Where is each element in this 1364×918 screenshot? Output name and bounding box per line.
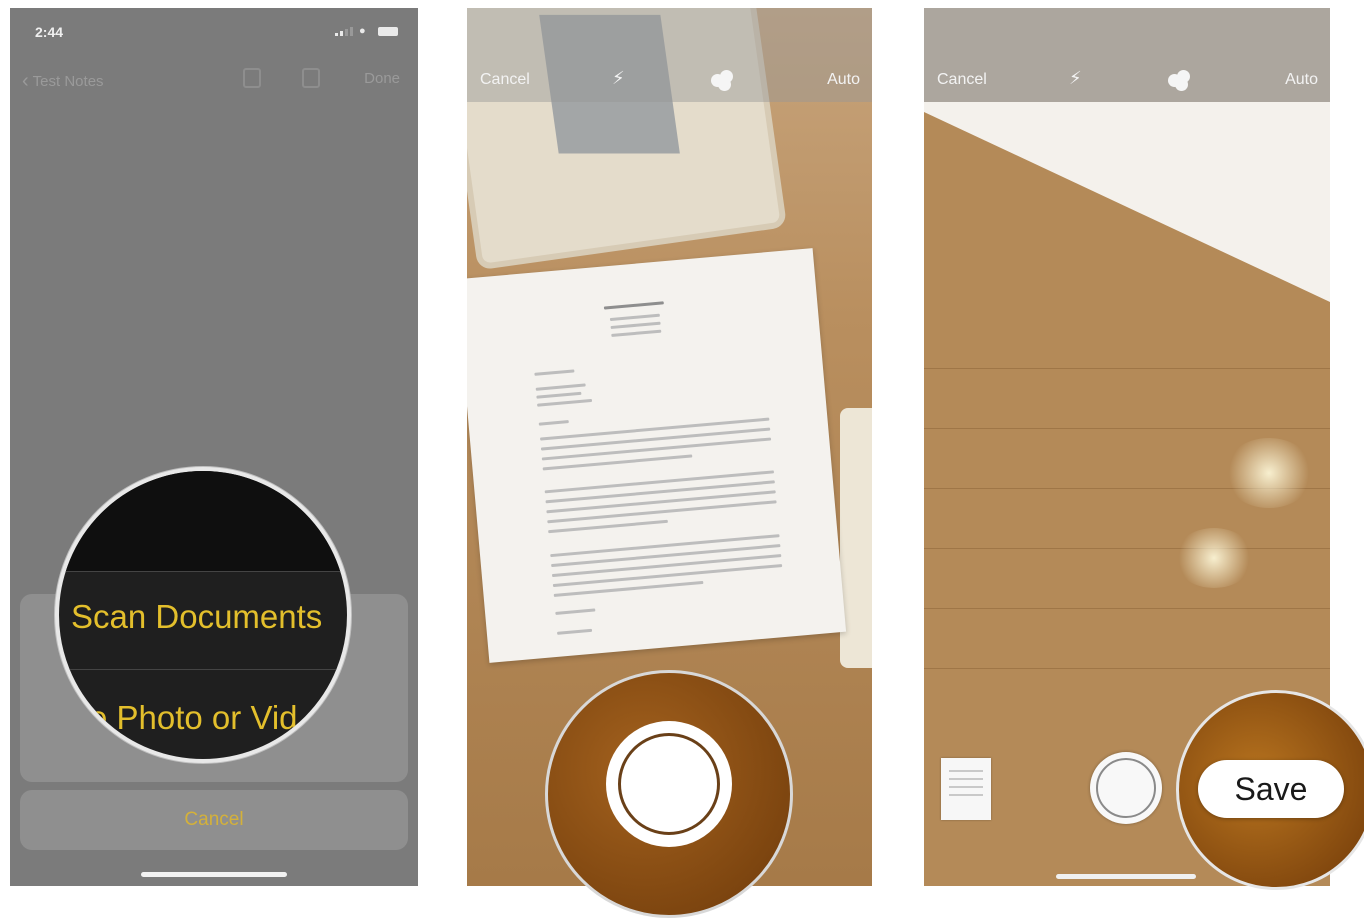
status-bar: 2:44 ● — [10, 8, 418, 56]
status-time: 2:44 — [35, 24, 64, 40]
nav-bar: ‹ Test Notes Done — [10, 68, 418, 98]
back-button[interactable]: ‹ Test Notes — [22, 70, 104, 93]
filter-icon[interactable] — [1168, 70, 1192, 91]
battery-icon — [378, 26, 398, 36]
capture-mode-auto[interactable]: Auto — [1285, 71, 1318, 89]
take-photo-option[interactable]: e Photo or Vid — [89, 699, 347, 737]
home-indicator — [1056, 874, 1196, 879]
back-label: Test Notes — [32, 73, 104, 90]
wifi-icon: ● — [359, 25, 366, 37]
done-button[interactable]: Done — [364, 70, 400, 87]
share-icon[interactable] — [302, 68, 320, 88]
status-icons: ● — [335, 25, 398, 37]
shutter-button[interactable] — [606, 721, 732, 847]
camera-toolbar: Cancel ⚡ Auto — [467, 8, 872, 102]
scan-documents-option[interactable]: Scan Documents — [71, 598, 347, 636]
add-person-icon[interactable] — [243, 68, 261, 88]
action-sheet-cancel-button[interactable]: Cancel — [20, 790, 408, 850]
flash-icon[interactable]: ⚡ — [1069, 68, 1082, 89]
wall-background — [924, 102, 1330, 302]
scan-thumbnail[interactable] — [941, 758, 991, 820]
chevron-left-icon: ‹ — [22, 70, 29, 92]
capture-mode-auto[interactable]: Auto — [827, 71, 860, 89]
filter-icon[interactable] — [711, 70, 735, 91]
magnifier-circle: Scan Documents e Photo or Vid — [55, 467, 351, 763]
flash-icon[interactable]: ⚡ — [612, 68, 625, 89]
save-button[interactable]: Save — [1198, 760, 1344, 818]
home-indicator — [141, 872, 287, 877]
camera-cancel-button[interactable]: Cancel — [480, 71, 530, 89]
camera-toolbar: Cancel ⚡ Auto — [924, 8, 1330, 102]
shutter-button[interactable] — [1090, 752, 1162, 824]
camera-cancel-button[interactable]: Cancel — [937, 71, 987, 89]
signal-icon — [335, 26, 353, 36]
shutter-magnifier — [545, 670, 793, 918]
document-paper — [467, 248, 847, 663]
